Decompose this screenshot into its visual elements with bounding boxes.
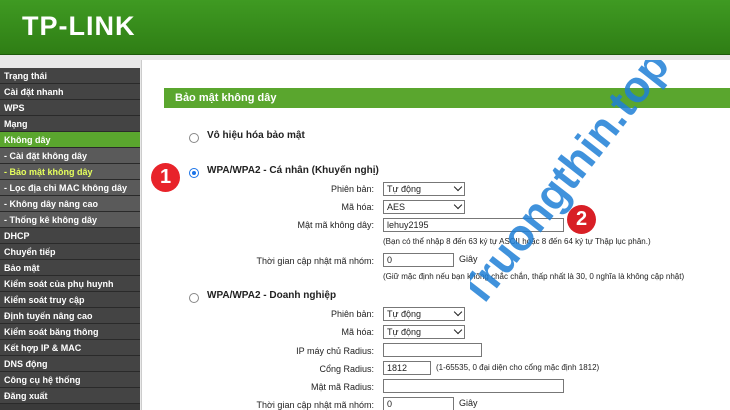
- chevron-down-icon: [453, 200, 463, 210]
- page-title: Bảo mật không dây: [164, 88, 730, 108]
- personal-password-label: Mật mã không dây:: [297, 220, 374, 230]
- enterprise-encryption-label: Mã hóa:: [341, 327, 374, 337]
- chevron-down-icon: [453, 182, 463, 192]
- personal-version-select[interactable]: Tự động: [383, 182, 465, 196]
- annotation-badge-1: 1: [151, 163, 180, 192]
- wpa-enterprise-radio[interactable]: [189, 293, 199, 303]
- personal-group-key-unit: Giây: [459, 254, 478, 264]
- sidebar-item-ket-hop-ip-mac[interactable]: Kết hợp IP & MAC: [0, 340, 140, 356]
- sidebar-item-dns-dong[interactable]: DNS động: [0, 356, 140, 372]
- disable-security-radio[interactable]: [189, 133, 199, 143]
- personal-group-key-input[interactable]: 0: [383, 253, 454, 267]
- sidebar-item-chuyen-tiep[interactable]: Chuyển tiếp: [0, 244, 140, 260]
- radius-ip-label: IP máy chủ Radius:: [296, 346, 374, 356]
- sidebar-item-dinh-tuyen-nang-cao[interactable]: Định tuyến nâng cao: [0, 308, 140, 324]
- personal-password-hint: (Bạn có thể nhập 8 đến 63 ký tự ASCII ho…: [383, 237, 651, 246]
- wpa-enterprise-label: WPA/WPA2 - Doanh nghiệp: [207, 290, 337, 301]
- sidebar-item-wps[interactable]: WPS: [0, 100, 140, 116]
- sidebar-item-trang-thai[interactable]: Trạng thái: [0, 68, 140, 84]
- chevron-down-icon: [453, 307, 463, 317]
- sidebar-item-kiem-soat-cua-phu-huynh[interactable]: Kiểm soát của phụ huynh: [0, 276, 140, 292]
- enterprise-encryption-select[interactable]: Tự động: [383, 325, 465, 339]
- radius-ip-input[interactable]: [383, 343, 482, 357]
- enterprise-group-key-label: Thời gian cập nhật mã nhóm:: [256, 400, 374, 410]
- sidebar-item-cong-cu-he-thong[interactable]: Công cụ hệ thống: [0, 372, 140, 388]
- enterprise-group-key-unit: Giây: [459, 398, 478, 408]
- enterprise-version-label: Phiên bản:: [330, 309, 374, 319]
- sidebar-item-cai-dat-khong-day[interactable]: - Cài đặt không dây: [0, 148, 140, 164]
- sidebar-nav: Trạng thái Cài đặt nhanh WPS Mạng Không dây -…: [0, 68, 140, 410]
- sidebar-item-cai-dat-nhanh[interactable]: Cài đặt nhanh: [0, 84, 140, 100]
- tp-link-logo: TP-LINK: [22, 11, 136, 41]
- sidebar-item-kiem-soat-bang-thong[interactable]: Kiểm soát băng thông: [0, 324, 140, 340]
- wpa-personal-radio[interactable]: [189, 168, 199, 178]
- enterprise-version-value: Tự động: [387, 309, 422, 319]
- enterprise-group-key-input[interactable]: 0: [383, 397, 454, 410]
- chevron-down-icon: [453, 325, 463, 335]
- sidebar-item-dang-xuat[interactable]: Đăng xuất: [0, 388, 140, 404]
- personal-encryption-value: AES: [387, 202, 406, 212]
- sidebar-item-loc-dia-chi-mac-khong-day[interactable]: - Lọc địa chỉ MAC không dây: [0, 180, 140, 196]
- header-bar: TP-LINK: [0, 0, 730, 55]
- sidebar-item-mang[interactable]: Mạng: [0, 116, 140, 132]
- sidebar-item-kiem-soat-truy-cap[interactable]: Kiểm soát truy cập: [0, 292, 140, 308]
- disable-security-label: Vô hiệu hóa bảo mật: [207, 130, 305, 141]
- radius-port-input[interactable]: 1812: [383, 361, 431, 375]
- personal-version-label: Phiên bản:: [330, 184, 374, 194]
- radius-port-hint: (1-65535, 0 đại diện cho cổng mặc định 1…: [436, 363, 600, 372]
- personal-encryption-select[interactable]: AES: [383, 200, 465, 214]
- radius-port-label: Cổng Radius:: [319, 364, 374, 374]
- sidebar-item-bao-mat[interactable]: Bảo mật: [0, 260, 140, 276]
- sidebar-item-khong-day[interactable]: Không dây: [0, 132, 140, 148]
- personal-encryption-label: Mã hóa:: [341, 202, 374, 212]
- sidebar-item-dhcp[interactable]: DHCP: [0, 228, 140, 244]
- sidebar-item-khong-day-nang-cao[interactable]: - Không dây nâng cao: [0, 196, 140, 212]
- personal-version-value: Tự động: [387, 184, 422, 194]
- enterprise-encryption-value: Tự động: [387, 327, 422, 337]
- annotation-badge-2: 2: [567, 205, 596, 234]
- personal-group-key-hint: (Giữ mặc định nếu bạn không chắc chắn, t…: [383, 272, 685, 281]
- wpa-personal-label: WPA/WPA2 - Cá nhân (Khuyến nghị): [207, 165, 379, 176]
- sidebar-item-thong-ke-khong-day[interactable]: - Thống kê không dây: [0, 212, 140, 228]
- radius-pass-label: Mật mã Radius:: [310, 382, 374, 392]
- main-panel: Bảo mật không dây Vô hiệu hóa bảo mật WP…: [141, 60, 730, 410]
- personal-group-key-label: Thời gian cập nhật mã nhóm:: [256, 256, 374, 266]
- radius-pass-input[interactable]: [383, 379, 564, 393]
- sidebar-item-bao-mat-khong-day[interactable]: - Bảo mật không dây: [0, 164, 140, 180]
- personal-password-input[interactable]: lehuy2195: [383, 218, 564, 232]
- enterprise-version-select[interactable]: Tự động: [383, 307, 465, 321]
